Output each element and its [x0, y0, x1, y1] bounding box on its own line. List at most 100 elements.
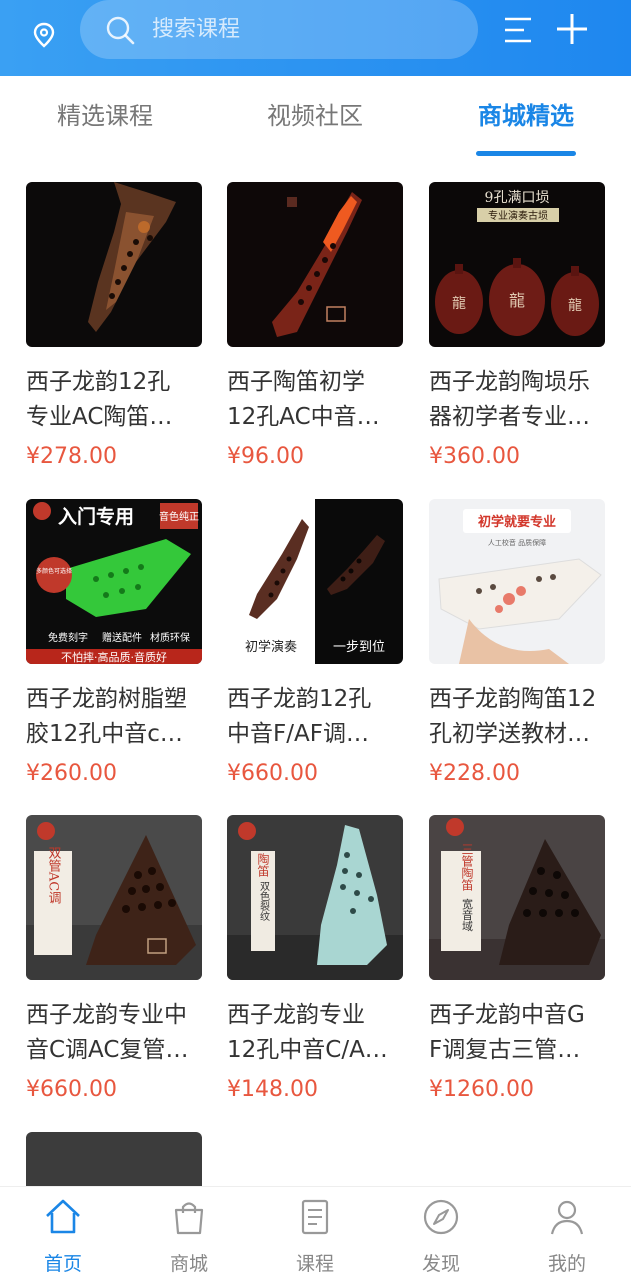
image-caption: 专业演奏古埙	[488, 209, 548, 222]
product-card[interactable]: 西子龙韵12孔 专业AC陶笛… ¥278.00	[26, 182, 202, 473]
product-image: 入门专用 音色纯正 多颜色可选择 免费刻字 赠送配件 材质环保 不怕摔·高品质·…	[26, 499, 202, 664]
nav-label: 课程	[295, 1253, 334, 1275]
user-icon	[550, 1200, 584, 1235]
product-card-partial[interactable]	[26, 1132, 202, 1192]
product-title-line: 专业AC陶笛…	[26, 404, 173, 430]
product-price: ¥660.00	[227, 761, 318, 786]
product-price: ¥1260.00	[429, 1077, 534, 1102]
product-price: ¥96.00	[227, 444, 304, 469]
course-book-icon	[301, 1199, 329, 1235]
compass-icon	[423, 1199, 459, 1235]
product-title: 西子龙韵12孔 专业AC陶笛…	[26, 365, 202, 435]
image-caption: 免费刻字	[48, 631, 88, 644]
image-caption: 一步到位	[333, 640, 385, 655]
product-title-line: 胶12孔中音c…	[26, 721, 183, 747]
search-icon	[106, 16, 135, 45]
product-title-line: 西子龙韵12孔	[227, 686, 372, 712]
image-caption: 宽音域	[461, 897, 474, 931]
tab-featured-courses[interactable]: 精选课程	[35, 99, 175, 133]
image-caption: 材质环保	[150, 631, 190, 644]
category-tabs: 精选课程 视频社区 商城精选	[0, 76, 631, 158]
nav-label: 首页	[43, 1253, 82, 1275]
image-caption: 龍	[568, 297, 582, 314]
image-caption: 人工校音 品质保障	[488, 538, 546, 547]
nav-courses[interactable]: 课程	[265, 1187, 365, 1280]
product-price: ¥260.00	[26, 761, 117, 786]
image-caption: 初学就要专业	[478, 514, 556, 530]
image-caption: 龍	[452, 295, 466, 312]
product-title-line: 西子龙韵专业	[227, 1002, 365, 1028]
bottom-nav: 首页 商城 课程 发现 我的	[0, 1186, 631, 1280]
image-caption: 入门专用	[58, 505, 134, 528]
add-icon[interactable]	[555, 12, 589, 46]
product-title: 西子龙韵树脂塑 胶12孔中音c…	[26, 682, 202, 752]
product-title: 西子陶笛初学 12孔AC中音…	[227, 365, 403, 435]
nav-label: 发现	[421, 1253, 460, 1275]
product-card[interactable]: 初学演奏 一步到位 西子龙韵12孔 中音F/AF调… ¥660.00	[227, 499, 403, 790]
product-card[interactable]: 三管陶笛 宽音域 西子龙韵中音G F调复古三管… ¥1260.00	[429, 815, 605, 1106]
product-title-line: 12孔AC中音…	[227, 404, 380, 430]
active-tab-indicator	[476, 151, 576, 156]
product-title-line: 西子陶笛初学	[227, 369, 365, 395]
image-caption: 龍	[509, 291, 525, 310]
image-caption: 初学演奏	[245, 639, 297, 655]
nav-discover[interactable]: 发现	[391, 1187, 491, 1280]
search-input[interactable]: 搜索课程	[80, 0, 478, 59]
product-card[interactable]: 入门专用 音色纯正 多颜色可选择 免费刻字 赠送配件 材质环保 不怕摔·高品质·…	[26, 499, 202, 790]
image-caption: 双色裂纹	[258, 881, 270, 922]
product-price: ¥360.00	[429, 444, 520, 469]
tab-mall-selection[interactable]: 商城精选	[456, 99, 596, 133]
product-card[interactable]: 西子陶笛初学 12孔AC中音… ¥96.00	[227, 182, 403, 473]
image-caption: 9孔满口埙	[485, 190, 550, 206]
product-title-line: 西子龙韵专业中	[26, 1002, 187, 1028]
product-title: 西子龙韵专业 12孔中音C/A…	[227, 998, 403, 1068]
product-title: 西子龙韵陶笛12 孔初学送教材…	[429, 682, 605, 752]
product-title: 西子龙韵陶埙乐 器初学者专业…	[429, 365, 605, 435]
product-image	[227, 182, 403, 347]
product-title-line: 音C调AC复管…	[26, 1037, 189, 1063]
image-caption: 不怕摔·高品质·音质好	[61, 650, 167, 664]
product-title-line: 12孔中音C/A…	[227, 1037, 388, 1063]
product-image: 初学就要专业 人工校音 品质保障	[429, 499, 605, 664]
product-price: ¥228.00	[429, 761, 520, 786]
nav-label: 我的	[547, 1253, 586, 1275]
nav-label: 商城	[169, 1253, 208, 1275]
product-title-line: 中音F/AF调…	[227, 721, 369, 747]
product-price: ¥660.00	[26, 1077, 117, 1102]
product-title: 西子龙韵12孔 中音F/AF调…	[227, 682, 403, 752]
nav-mall[interactable]: 商城	[139, 1187, 239, 1280]
product-image: 双管AC调	[26, 815, 202, 980]
product-title-line: 西子龙韵12孔	[26, 369, 171, 395]
product-title-line: 西子龙韵陶笛12	[429, 686, 597, 712]
product-title-line: 西子龙韵树脂塑	[26, 686, 187, 712]
nav-home[interactable]: 首页	[13, 1187, 113, 1280]
location-icon[interactable]	[30, 21, 58, 49]
product-price: ¥148.00	[227, 1077, 318, 1102]
image-caption: 陶笛	[256, 852, 270, 877]
product-price: ¥278.00	[26, 444, 117, 469]
product-title-line: 孔初学送教材…	[429, 721, 590, 747]
product-card[interactable]: 陶笛 双色裂纹 西子龙韵专业 12孔中音C/A… ¥148.00	[227, 815, 403, 1106]
product-title-line: 西子龙韵中音G	[429, 1002, 585, 1028]
product-title: 西子龙韵中音G F调复古三管…	[429, 998, 605, 1068]
image-caption: 赠送配件	[102, 631, 142, 644]
nav-mine[interactable]: 我的	[517, 1187, 617, 1280]
product-image: 三管陶笛 宽音域	[429, 815, 605, 980]
product-title-line: 西子龙韵陶埙乐	[429, 369, 590, 395]
product-image: 9孔满口埙 专业演奏古埙 龍 龍 龍	[429, 182, 605, 347]
product-card[interactable]: 初学就要专业 人工校音 品质保障 西子龙韵陶笛12 孔初学送教材… ¥228.0…	[429, 499, 605, 790]
image-caption: 多颜色可选择	[36, 567, 72, 575]
menu-icon[interactable]	[502, 14, 534, 46]
image-caption: 三管陶笛	[460, 843, 474, 891]
product-title: 西子龙韵专业中 音C调AC复管…	[26, 998, 202, 1068]
product-image: 陶笛 双色裂纹	[227, 815, 403, 980]
image-caption: 音色纯正	[159, 510, 199, 523]
product-image: 初学演奏 一步到位	[227, 499, 403, 664]
product-title-line: 器初学者专业…	[429, 404, 590, 430]
image-caption: 双管AC调	[46, 846, 62, 905]
product-card[interactable]: 双管AC调 西子龙韵专业中 音C调AC复管… ¥660.00	[26, 815, 202, 1106]
product-card[interactable]: 9孔满口埙 专业演奏古埙 龍 龍 龍 西子龙韵陶埙乐 器初学者专业… ¥360.…	[429, 182, 605, 473]
tab-video-community[interactable]: 视频社区	[245, 99, 385, 133]
product-image	[26, 182, 202, 347]
search-placeholder: 搜索课程	[152, 17, 241, 42]
